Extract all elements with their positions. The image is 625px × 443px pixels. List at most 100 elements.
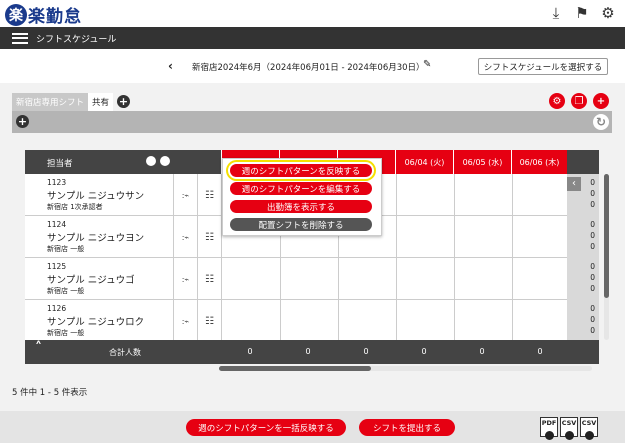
shift-grid[interactable] (221, 300, 567, 342)
tab-shared[interactable]: 共有 (88, 93, 114, 111)
memo-icon[interactable]: ☷ (197, 216, 221, 258)
refresh-icon[interactable]: ↻ (593, 114, 609, 130)
bottom-bar: 週のシフトパターンを一括反映する シフトを提出する PDF CSV CSV (0, 411, 625, 443)
select-schedule-button[interactable]: シフトスケジュールを選択する (478, 58, 608, 75)
attendance-icon[interactable]: :⌁ (173, 174, 197, 216)
grid-line (454, 216, 455, 258)
employee-name[interactable]: サンプル ニジュウヨン (47, 230, 144, 244)
total-value: 0 (479, 347, 485, 356)
memo-icon[interactable]: ☷ (197, 258, 221, 300)
tab-shinjuku-shift[interactable]: 新宿店専用シフト (12, 93, 89, 111)
grid-line (454, 300, 455, 342)
date-header[interactable]: 06/05 (水) (453, 150, 511, 174)
memo-icon[interactable]: ☷ (197, 300, 221, 342)
pdf-export-icon[interactable]: PDF (540, 417, 558, 440)
grid-line (396, 300, 397, 342)
vertical-scroll-thumb[interactable] (604, 174, 609, 298)
csv-export-icon[interactable]: CSV (560, 417, 578, 440)
apply-week-pattern-button[interactable]: 週のシフトパターンを反映する (230, 164, 372, 177)
grid-line (512, 258, 513, 300)
gear-icon[interactable]: ⚙ (599, 4, 617, 22)
edit-week-pattern-button[interactable]: 週のシフトパターンを編集する (230, 182, 372, 195)
employee-dept: 新宿店 一般 (47, 329, 85, 337)
pencil-icon[interactable]: ✎ (423, 59, 431, 70)
vertical-scrollbar[interactable] (604, 174, 609, 340)
logo[interactable]: 楽 楽勤怠 (5, 2, 82, 27)
grid-line (512, 216, 513, 258)
top-bar: 楽 楽勤怠 ⤓ ⚑ ⚙ (0, 0, 625, 27)
grid-line (338, 258, 339, 300)
menu-icon[interactable] (12, 32, 28, 44)
plus-icon[interactable]: + (593, 93, 609, 109)
logo-mark: 楽 (5, 3, 27, 26)
employee-dept: 新宿店 一般 (47, 287, 85, 295)
sort-icon[interactable] (146, 156, 156, 166)
attendance-icon[interactable]: :⌁ (173, 216, 197, 258)
total-value: 0 (305, 347, 311, 356)
copy-icon[interactable]: ❐ (571, 93, 587, 109)
name-header: 担当者 (47, 159, 73, 169)
add-tab-icon[interactable]: + (117, 95, 131, 108)
grid-line (512, 174, 513, 216)
submit-shift-button[interactable]: シフトを提出する (359, 419, 455, 436)
context-menu: 週のシフトパターンを反映する 週のシフトパターンを編集する 出勤簿を表示する 配… (222, 158, 382, 236)
horizontal-scroll-thumb[interactable] (219, 366, 371, 371)
filter-icon[interactable] (160, 156, 170, 166)
attendance-icon[interactable]: :⌁ (173, 300, 197, 342)
grid-line (454, 174, 455, 216)
date-header[interactable]: 06/06 (木) (511, 150, 567, 174)
chevron-up-icon[interactable]: ˄ (35, 340, 42, 356)
header-right (567, 150, 599, 174)
table-row: 1125 サンプル ニジュウゴ 新宿店 一般 :⌁ ☷ 000 (25, 258, 599, 300)
chevron-left-icon[interactable]: ‹ (168, 59, 173, 73)
employee-name[interactable]: サンプル ニジュウゴ (47, 272, 135, 286)
toolbar: + ↻ (12, 111, 612, 133)
flag-icon[interactable]: ⚑ (573, 4, 591, 22)
employee-dept: 新宿店 一般 (47, 245, 85, 253)
row-counts: 000 (567, 258, 599, 300)
show-attendance-button[interactable]: 出勤簿を表示する (230, 200, 372, 213)
shift-grid[interactable] (221, 258, 567, 300)
grid-line (280, 300, 281, 342)
grid-line (338, 300, 339, 342)
total-label: 合計人数 (109, 348, 141, 357)
row-counts: 000 (567, 300, 599, 342)
employee-code: 1123 (47, 178, 67, 187)
apply-all-patterns-button[interactable]: 週のシフトパターンを一括反映する (186, 419, 346, 436)
employee-code: 1126 (47, 304, 67, 313)
settings-icon[interactable]: ⚙ (549, 93, 565, 109)
attendance-icon[interactable]: :⌁ (173, 258, 197, 300)
total-value: 0 (537, 347, 543, 356)
schedule-title: 新宿店2024年6月（2024年06月01日 - 2024年06月30日） (192, 63, 425, 73)
total-value: 0 (421, 347, 427, 356)
inbox-icon[interactable]: ⤓ (547, 4, 565, 22)
grid-line (396, 174, 397, 216)
total-value: 0 (363, 347, 369, 356)
nav-title: シフトスケジュール (36, 34, 117, 45)
total-value: 0 (247, 347, 253, 356)
add-icon[interactable]: + (16, 115, 29, 128)
employee-name[interactable]: サンプル ニジュウサン (47, 188, 144, 202)
logo-text: 楽勤怠 (28, 7, 82, 27)
tab-row: 新宿店専用シフト 共有 + (12, 93, 131, 111)
employee-code: 1125 (47, 262, 67, 271)
nav-bar: シフトスケジュール (0, 27, 625, 49)
grid-line (280, 258, 281, 300)
chevron-left-icon[interactable]: ‹ (567, 177, 581, 191)
grid-line (396, 258, 397, 300)
horizontal-scrollbar[interactable] (219, 366, 592, 371)
row-counts: 000 (567, 216, 599, 258)
grid-line (512, 300, 513, 342)
totals-row: ˄ 合計人数 0 0 0 0 0 0 (25, 340, 599, 364)
grid-line (396, 216, 397, 258)
grid-line (454, 258, 455, 300)
employee-code: 1124 (47, 220, 67, 229)
employee-dept: 新宿店 1次承認者 (47, 203, 103, 211)
delete-shift-button[interactable]: 配置シフトを削除する (230, 218, 372, 231)
table-row: 1126 サンプル ニジュウロク 新宿店 一般 :⌁ ☷ 000 (25, 300, 599, 342)
record-count: 5 件中 1 - 5 件表示 (12, 388, 88, 398)
employee-name[interactable]: サンプル ニジュウロク (47, 314, 144, 328)
date-header[interactable]: 06/04 (火) (395, 150, 453, 174)
memo-icon[interactable]: ☷ (197, 174, 221, 216)
csv-export-icon[interactable]: CSV (580, 417, 598, 440)
